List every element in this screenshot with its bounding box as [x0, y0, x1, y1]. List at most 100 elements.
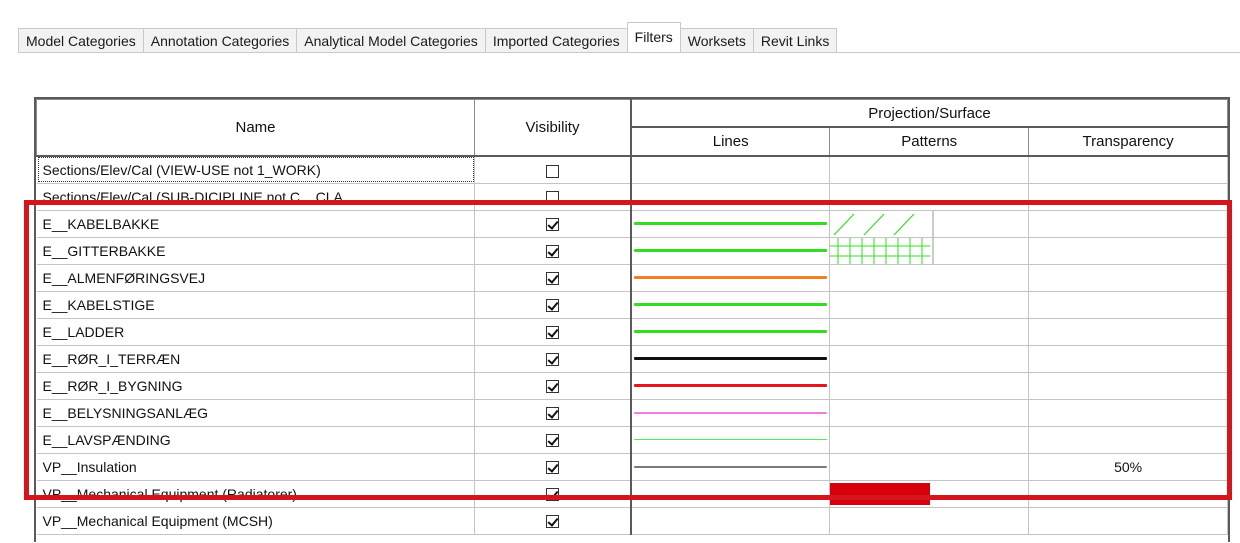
visibility-checkbox[interactable]: [546, 488, 559, 502]
table-row[interactable]: E__RØR_I_BYGNING: [36, 372, 1228, 400]
visibility-checkbox[interactable]: [546, 380, 559, 394]
line-sample: [634, 384, 828, 387]
visibility-checkbox[interactable]: [546, 299, 559, 313]
column-header-name[interactable]: Name: [36, 99, 475, 157]
visibility-checkbox[interactable]: [546, 218, 559, 232]
filter-name-cell[interactable]: E__RØR_I_BYGNING: [36, 372, 475, 400]
tab-analytical-model-categories[interactable]: Analytical Model Categories: [296, 28, 485, 52]
filter-name-cell[interactable]: E__KABELSTIGE: [36, 291, 475, 319]
lines-override-cell[interactable]: [631, 210, 831, 238]
transparency-cell[interactable]: [1028, 210, 1228, 238]
transparency-cell[interactable]: [1028, 291, 1228, 319]
visibility-checkbox[interactable]: [546, 272, 559, 286]
filter-name-cell[interactable]: E__ALMENFØRINGSVEJ: [36, 264, 475, 292]
transparency-cell[interactable]: [1028, 156, 1228, 184]
table-row[interactable]: E__RØR_I_TERRÆN: [36, 345, 1228, 373]
patterns-override-cell[interactable]: [829, 183, 1030, 211]
lines-override-cell[interactable]: [631, 426, 831, 454]
transparency-cell[interactable]: [1028, 183, 1228, 211]
tab-worksets[interactable]: Worksets: [680, 28, 753, 52]
transparency-cell[interactable]: [1028, 372, 1228, 400]
transparency-cell[interactable]: [1028, 426, 1228, 454]
table-row[interactable]: E__KABELBAKKE: [36, 210, 1228, 238]
diagonal-hatch-pattern: [833, 210, 934, 236]
visibility-checkbox[interactable]: [546, 191, 559, 205]
tab-model-categories[interactable]: Model Categories: [18, 28, 143, 52]
column-header-transparency[interactable]: Transparency: [1028, 126, 1228, 157]
visibility-checkbox[interactable]: [546, 326, 559, 340]
tab-imported-categories[interactable]: Imported Categories: [484, 28, 627, 52]
table-row[interactable]: Sections/Elev/Cal (SUB-DICIPLINE not C__…: [36, 183, 1228, 211]
lines-override-cell[interactable]: [631, 480, 831, 508]
filter-name-cell[interactable]: E__RØR_I_TERRÆN: [36, 345, 475, 373]
patterns-override-cell[interactable]: [829, 399, 1030, 427]
table-row[interactable]: E__BELYSNINGSANLÆG: [36, 399, 1228, 427]
table-row[interactable]: E__LAVSPÆNDING: [36, 426, 1228, 454]
tab-revit-links[interactable]: Revit Links: [752, 28, 838, 52]
patterns-override-cell[interactable]: [829, 426, 1030, 454]
tab-annotation-categories[interactable]: Annotation Categories: [142, 28, 297, 52]
tab-filters[interactable]: Filters: [626, 22, 681, 52]
transparency-cell[interactable]: 50%: [1028, 453, 1228, 481]
table-row[interactable]: Sections/Elev/Cal (VIEW-USE not 1_WORK): [36, 156, 1228, 184]
filter-name-cell[interactable]: VP__Insulation: [36, 453, 475, 481]
visibility-checkbox[interactable]: [546, 434, 559, 448]
transparency-cell[interactable]: [1028, 507, 1228, 535]
lines-override-cell[interactable]: [631, 237, 831, 265]
patterns-override-cell[interactable]: [829, 345, 1030, 373]
filter-name-cell[interactable]: Sections/Elev/Cal (VIEW-USE not 1_WORK): [36, 156, 475, 184]
lines-override-cell[interactable]: [631, 399, 831, 427]
patterns-override-cell[interactable]: [829, 318, 1030, 346]
filter-name-cell[interactable]: Sections/Elev/Cal (SUB-DICIPLINE not C__…: [36, 183, 475, 211]
transparency-cell[interactable]: [1028, 399, 1228, 427]
lines-override-cell[interactable]: [631, 345, 831, 373]
table-row[interactable]: E__LADDER: [36, 318, 1228, 346]
column-header-visibility[interactable]: Visibility: [474, 99, 632, 157]
transparency-cell[interactable]: [1028, 318, 1228, 346]
visibility-checkbox[interactable]: [546, 245, 559, 259]
lines-override-cell[interactable]: [631, 183, 831, 211]
transparency-cell[interactable]: [1028, 237, 1228, 265]
patterns-override-cell[interactable]: [829, 156, 1030, 184]
line-sample: [634, 465, 828, 468]
column-header-patterns[interactable]: Patterns: [829, 126, 1030, 157]
table-row[interactable]: E__ALMENFØRINGSVEJ: [36, 264, 1228, 292]
lines-override-cell[interactable]: [631, 156, 831, 184]
lines-override-cell[interactable]: [631, 264, 831, 292]
patterns-override-cell[interactable]: [829, 210, 1030, 238]
filter-name-cell[interactable]: E__GITTERBAKKE: [36, 237, 475, 265]
transparency-cell[interactable]: [1028, 264, 1228, 292]
visibility-checkbox[interactable]: [546, 461, 559, 475]
filter-name-cell[interactable]: VP__Mechanical Equipment (MCSH): [36, 507, 475, 535]
filter-name-cell[interactable]: E__LADDER: [36, 318, 475, 346]
filter-name-cell[interactable]: VP__Mechanical Equipment (Radiatorer): [36, 480, 475, 508]
column-header-lines[interactable]: Lines: [630, 126, 831, 157]
lines-override-cell[interactable]: [631, 453, 831, 481]
table-row[interactable]: VP__Mechanical Equipment (MCSH): [36, 507, 1228, 535]
visibility-cell: [474, 372, 632, 400]
lines-override-cell[interactable]: [631, 372, 831, 400]
visibility-checkbox[interactable]: [546, 353, 559, 367]
filter-name-cell[interactable]: E__KABELBAKKE: [36, 210, 475, 238]
transparency-cell[interactable]: [1028, 480, 1228, 508]
lines-override-cell[interactable]: [631, 318, 831, 346]
lines-override-cell[interactable]: [631, 507, 831, 535]
visibility-checkbox[interactable]: [546, 407, 559, 421]
table-row[interactable]: VP__Insulation 50%: [36, 453, 1228, 481]
table-row[interactable]: VP__Mechanical Equipment (Radiatorer): [36, 480, 1228, 508]
table-row[interactable]: E__KABELSTIGE: [36, 291, 1228, 319]
filter-name-cell[interactable]: E__LAVSPÆNDING: [36, 426, 475, 454]
patterns-override-cell[interactable]: [829, 264, 1030, 292]
transparency-cell[interactable]: [1028, 345, 1228, 373]
patterns-override-cell[interactable]: [829, 480, 1030, 508]
patterns-override-cell[interactable]: [829, 453, 1030, 481]
patterns-override-cell[interactable]: [829, 507, 1030, 535]
patterns-override-cell[interactable]: [829, 372, 1030, 400]
table-row[interactable]: E__GITTERBAKKE: [36, 237, 1228, 265]
patterns-override-cell[interactable]: [829, 291, 1030, 319]
filter-name-cell[interactable]: E__BELYSNINGSANLÆG: [36, 399, 475, 427]
visibility-checkbox[interactable]: [546, 515, 559, 529]
lines-override-cell[interactable]: [631, 291, 831, 319]
visibility-checkbox[interactable]: [546, 164, 559, 178]
patterns-override-cell[interactable]: [829, 237, 1030, 265]
